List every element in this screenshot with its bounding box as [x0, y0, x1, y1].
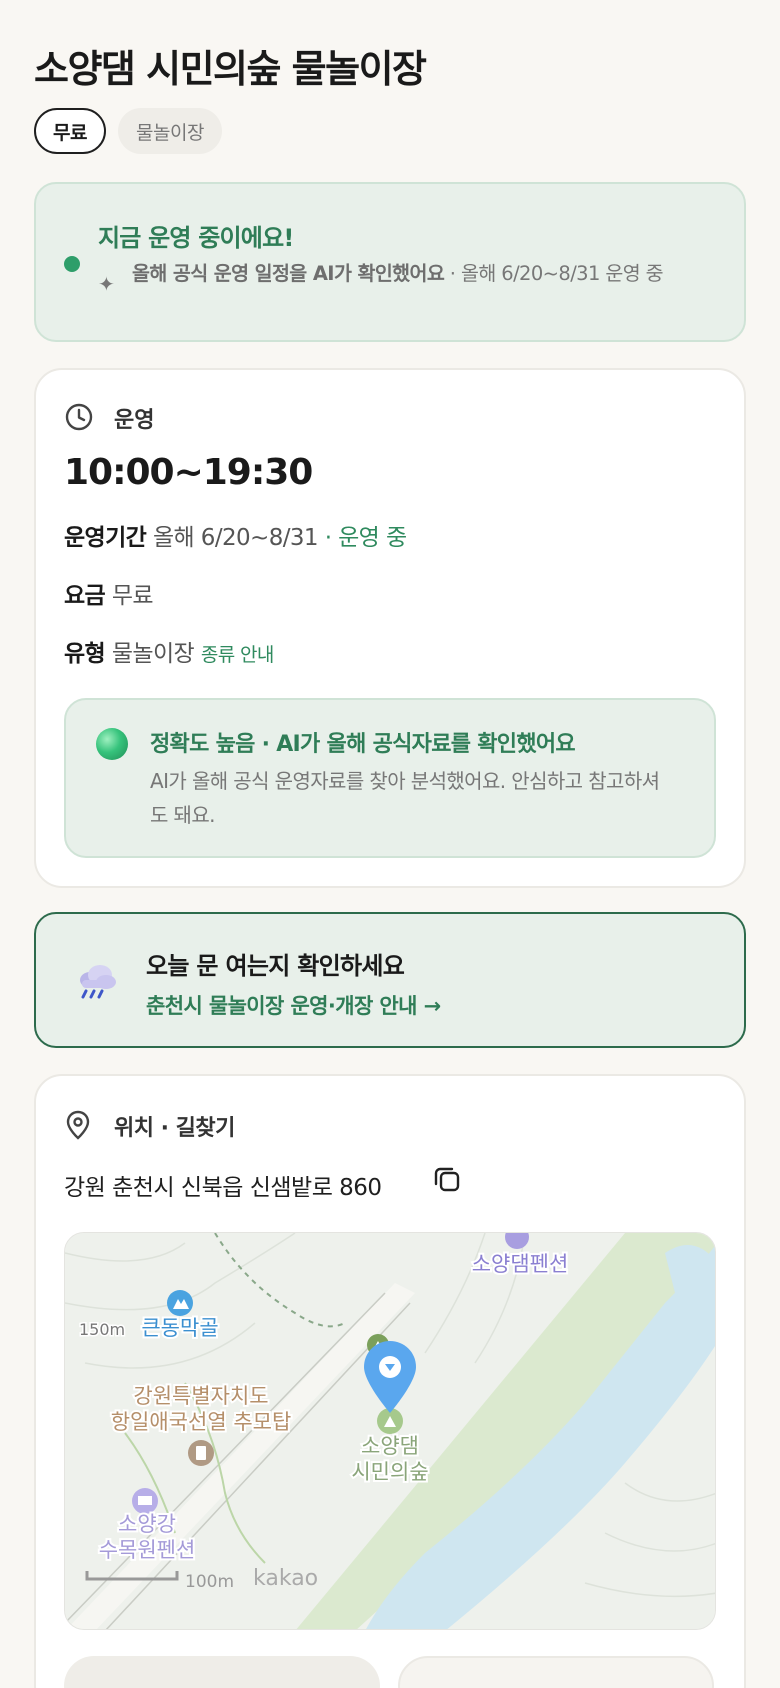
operation-fee-label: 요금 [64, 583, 106, 609]
status-title: 지금 운영 중이에요! [98, 224, 294, 252]
status-ai-note: 올해 공식 운영 일정을 AI가 확인했어요 [132, 262, 445, 285]
map-label-pension-top: 소양댐펜션 [472, 1252, 569, 1276]
status-dot [64, 256, 80, 272]
notice-link[interactable]: 춘천시 물놀이장 운영·개장 안내 → [146, 990, 441, 1020]
address-text: 강원 춘천시 신북읍 신샘밭로 860 [64, 1175, 382, 1201]
sparkle-icon: ✦ [98, 272, 115, 296]
map-label-target-1: 소양댐 [361, 1434, 419, 1458]
bottom-action-button-left[interactable] [64, 1656, 380, 1688]
operation-section-label: 운영 [114, 408, 155, 433]
status-card: 지금 운영 중이에요! ✦ 올해 공식 운영 일정을 AI가 확인했어요 · 올… [34, 182, 746, 342]
type-guide-link[interactable]: 종류 안내 [201, 644, 275, 666]
type-chip[interactable]: 물놀이장 [118, 108, 222, 154]
status-subtitle: 올해 공식 운영 일정을 AI가 확인했어요 · 올해 6/20~8/31 운영… [132, 260, 728, 288]
accuracy-title: 정확도 높음 · AI가 올해 공식자료를 확인했어요 [150, 732, 576, 757]
map-label-peak: 큰동막골 [141, 1316, 218, 1340]
rain-cloud-icon [80, 965, 116, 999]
accuracy-ball-icon [96, 728, 128, 760]
location-pin-icon [66, 1110, 90, 1140]
operation-type-row: 유형 물놀이장 종류 안내 [64, 634, 274, 668]
operation-hours: 10:00~19:30 [64, 452, 313, 493]
location-section-label: 위치 · 길찾기 [114, 1116, 235, 1141]
page-title: 소양댐 시민의숲 물놀이장 [34, 47, 427, 91]
map-label-pension-bottom-1: 소양강 [118, 1512, 176, 1536]
map-brand-logo: kakao [253, 1566, 318, 1591]
accuracy-box: 정확도 높음 · AI가 올해 공식자료를 확인했어요 AI가 올해 공식 운영… [64, 698, 716, 858]
operation-period-label: 운영기간 [64, 525, 147, 551]
map-label-monument-1: 강원특별자치도 [133, 1384, 268, 1408]
map-label-target-2: 시민의숲 [351, 1460, 428, 1484]
bottom-action-button-right[interactable] [398, 1656, 714, 1688]
status-period: · 올해 6/20~8/31 운영 중 [444, 262, 664, 285]
operation-period-row: 운영기간 올해 6/20~8/31 · 운영 중 [64, 518, 407, 552]
operation-card: 운영 10:00~19:30 운영기간 올해 6/20~8/31 · 운영 중 … [34, 368, 746, 888]
operation-period-status: · 운영 중 [317, 525, 407, 551]
operation-type-value: 물놀이장 [111, 641, 195, 667]
accuracy-description: AI가 올해 공식 운영자료를 찾아 분석했어요. 안심하고 참고하셔도 돼요. [150, 769, 660, 827]
map-view[interactable]: 소양댐펜션 큰동막골 150m 강원특별자치도 항일애국선열 추모탑 소양댐 시… [64, 1232, 716, 1630]
map-scale-label: 100m [185, 1572, 234, 1592]
copy-icon[interactable] [432, 1164, 462, 1194]
clock-icon [65, 403, 93, 431]
operation-type-label: 유형 [64, 641, 106, 667]
notice-title: 오늘 문 여는지 확인하세요 [146, 952, 405, 980]
map-label-pension-bottom-2: 수목원펜션 [99, 1538, 196, 1562]
location-card: 위치 · 길찾기 강원 춘천시 신북읍 신샘밭로 860 소양댐펜션 큰동막골 … [34, 1074, 746, 1688]
map-label-monument-2: 항일애국선열 추모탑 [111, 1410, 292, 1434]
operation-period-value: 올해 6/20~8/31 [152, 525, 319, 551]
fee-chip[interactable]: 무료 [34, 108, 106, 154]
notice-card[interactable]: 오늘 문 여는지 확인하세요 춘천시 물놀이장 운영·개장 안내 → [34, 912, 746, 1048]
operation-fee-row: 요금 무료 [64, 576, 154, 610]
operation-fee-value: 무료 [111, 583, 154, 609]
map-label-elevation: 150m [79, 1320, 125, 1339]
